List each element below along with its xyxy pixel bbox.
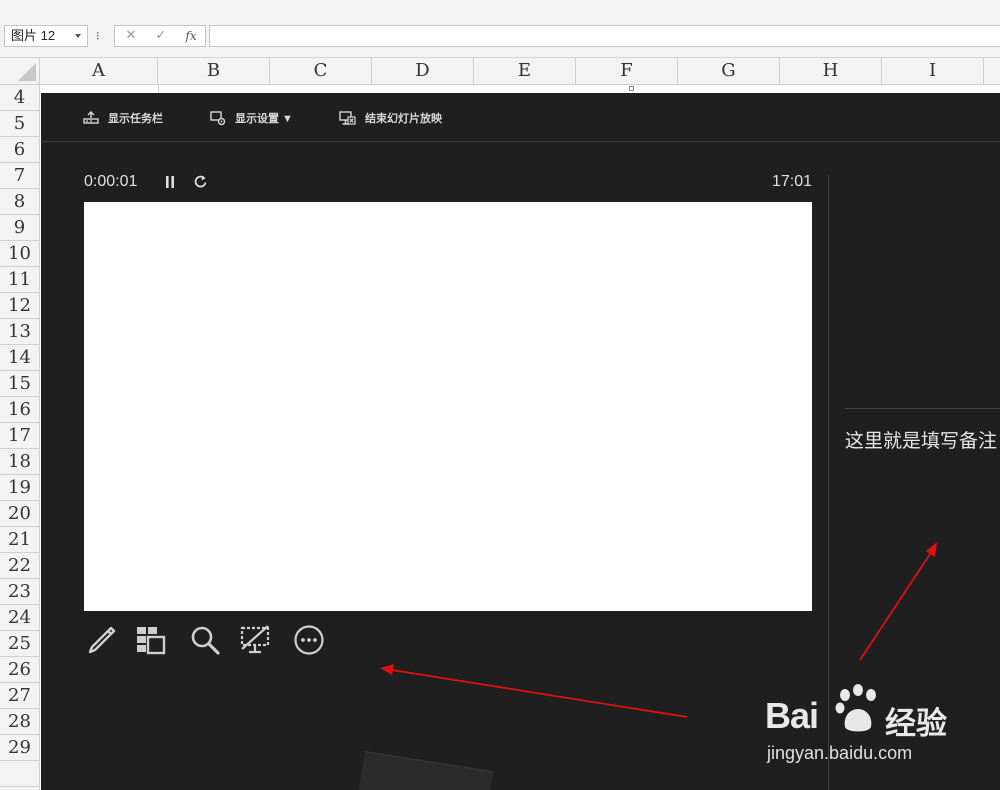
row-header[interactable]: 13 bbox=[0, 319, 39, 345]
elapsed-timer: 0:00:01 bbox=[84, 173, 138, 190]
check-icon[interactable]: ✓ bbox=[147, 26, 175, 46]
current-slide-preview[interactable] bbox=[84, 202, 812, 611]
more-icon[interactable] bbox=[292, 623, 326, 657]
formula-input[interactable] bbox=[209, 25, 1000, 47]
cell-a4[interactable] bbox=[41, 85, 159, 93]
formula-buttons: ✕ ✓ fx bbox=[114, 25, 206, 47]
select-all-corner[interactable] bbox=[0, 58, 40, 84]
display-settings-icon bbox=[210, 110, 226, 125]
column-header-b[interactable]: B bbox=[158, 58, 270, 84]
resize-handle[interactable] bbox=[629, 86, 634, 91]
column-header-d[interactable]: D bbox=[372, 58, 474, 84]
row-header[interactable]: 8 bbox=[0, 189, 39, 215]
end-slideshow-icon bbox=[339, 110, 356, 125]
end-slideshow-button[interactable]: 结束幻灯片放映 bbox=[339, 109, 442, 127]
row-header[interactable]: 17 bbox=[0, 423, 39, 449]
row-header[interactable]: 16 bbox=[0, 397, 39, 423]
row-header[interactable]: 26 bbox=[0, 657, 39, 683]
function-icon[interactable]: fx bbox=[177, 26, 205, 46]
formula-bar: 图片 12 ⁝ ✕ ✓ fx bbox=[0, 0, 1000, 58]
current-clock: 17:01 bbox=[771, 173, 812, 190]
column-header-f[interactable]: F bbox=[576, 58, 678, 84]
watermark-brand: Bai bbox=[765, 695, 819, 736]
watermark-suffix: 经验 bbox=[885, 706, 947, 742]
column-header-e[interactable]: E bbox=[474, 58, 576, 84]
row-header[interactable]: 24 bbox=[0, 605, 39, 631]
vertical-dots-icon: ⁝ bbox=[96, 29, 100, 43]
show-taskbar-label: 显示任务栏 bbox=[108, 113, 163, 125]
row-header[interactable]: 20 bbox=[0, 501, 39, 527]
row-header[interactable]: 18 bbox=[0, 449, 39, 475]
end-slideshow-label: 结束幻灯片放映 bbox=[365, 113, 442, 125]
row-header[interactable]: 15 bbox=[0, 371, 39, 397]
row-header[interactable]: 28 bbox=[0, 709, 39, 735]
zoom-icon[interactable] bbox=[188, 623, 222, 657]
taskbar-icon bbox=[83, 111, 99, 124]
row-header[interactable]: 7 bbox=[0, 163, 39, 189]
row-header[interactable]: 11 bbox=[0, 267, 39, 293]
column-headers: A B C D E F G H I bbox=[0, 58, 1000, 85]
display-settings-label: 显示设置 ▼ bbox=[235, 113, 293, 125]
column-header-g[interactable]: G bbox=[678, 58, 780, 84]
row-header[interactable]: 6 bbox=[0, 137, 39, 163]
row-header[interactable] bbox=[0, 761, 39, 787]
row-header[interactable]: 25 bbox=[0, 631, 39, 657]
slides-grid-icon[interactable] bbox=[134, 623, 168, 657]
row-header[interactable]: 21 bbox=[0, 527, 39, 553]
restart-icon[interactable] bbox=[193, 174, 208, 189]
column-header-c[interactable]: C bbox=[270, 58, 372, 84]
row-header[interactable]: 9 bbox=[0, 215, 39, 241]
column-header-i[interactable]: I bbox=[882, 58, 984, 84]
row-header[interactable]: 14 bbox=[0, 345, 39, 371]
screen-off-icon[interactable] bbox=[238, 623, 272, 657]
row-header[interactable]: 29 bbox=[0, 735, 39, 761]
row-header[interactable]: 10 bbox=[0, 241, 39, 267]
row-headers: 4 5 6 7 8 9 10 11 12 13 14 15 16 17 18 1… bbox=[0, 85, 40, 790]
row-header[interactable]: 23 bbox=[0, 579, 39, 605]
name-box-value: 图片 12 bbox=[11, 28, 56, 43]
display-settings-button[interactable]: 显示设置 ▼ bbox=[210, 109, 293, 127]
pause-icon[interactable] bbox=[164, 175, 176, 189]
row-header[interactable]: 5 bbox=[0, 111, 39, 137]
row-header[interactable]: 12 bbox=[0, 293, 39, 319]
faded-thumbnail bbox=[358, 751, 494, 790]
pen-icon[interactable] bbox=[84, 623, 118, 657]
chevron-down-icon[interactable] bbox=[75, 34, 81, 38]
watermark-url: jingyan.baidu.com bbox=[767, 743, 913, 763]
baidu-watermark: Bai 经验 jingyan.baidu.com bbox=[763, 683, 1000, 773]
name-box[interactable]: 图片 12 bbox=[4, 25, 88, 47]
show-taskbar-button[interactable]: 显示任务栏 bbox=[83, 109, 163, 127]
row-header[interactable]: 27 bbox=[0, 683, 39, 709]
paw-logo-icon bbox=[835, 684, 876, 732]
speaker-notes[interactable]: 这里就是填写备注 bbox=[845, 426, 1000, 453]
column-header-a[interactable]: A bbox=[40, 58, 158, 84]
column-header-h[interactable]: H bbox=[780, 58, 882, 84]
cancel-icon[interactable]: ✕ bbox=[117, 26, 145, 46]
row-header[interactable]: 19 bbox=[0, 475, 39, 501]
notes-divider bbox=[845, 408, 1000, 409]
row-header[interactable]: 22 bbox=[0, 553, 39, 579]
row-header[interactable]: 4 bbox=[0, 85, 39, 111]
presenter-toolbar: 显示任务栏 显示设置 ▼ 结束幻灯片放映 bbox=[41, 93, 1000, 142]
